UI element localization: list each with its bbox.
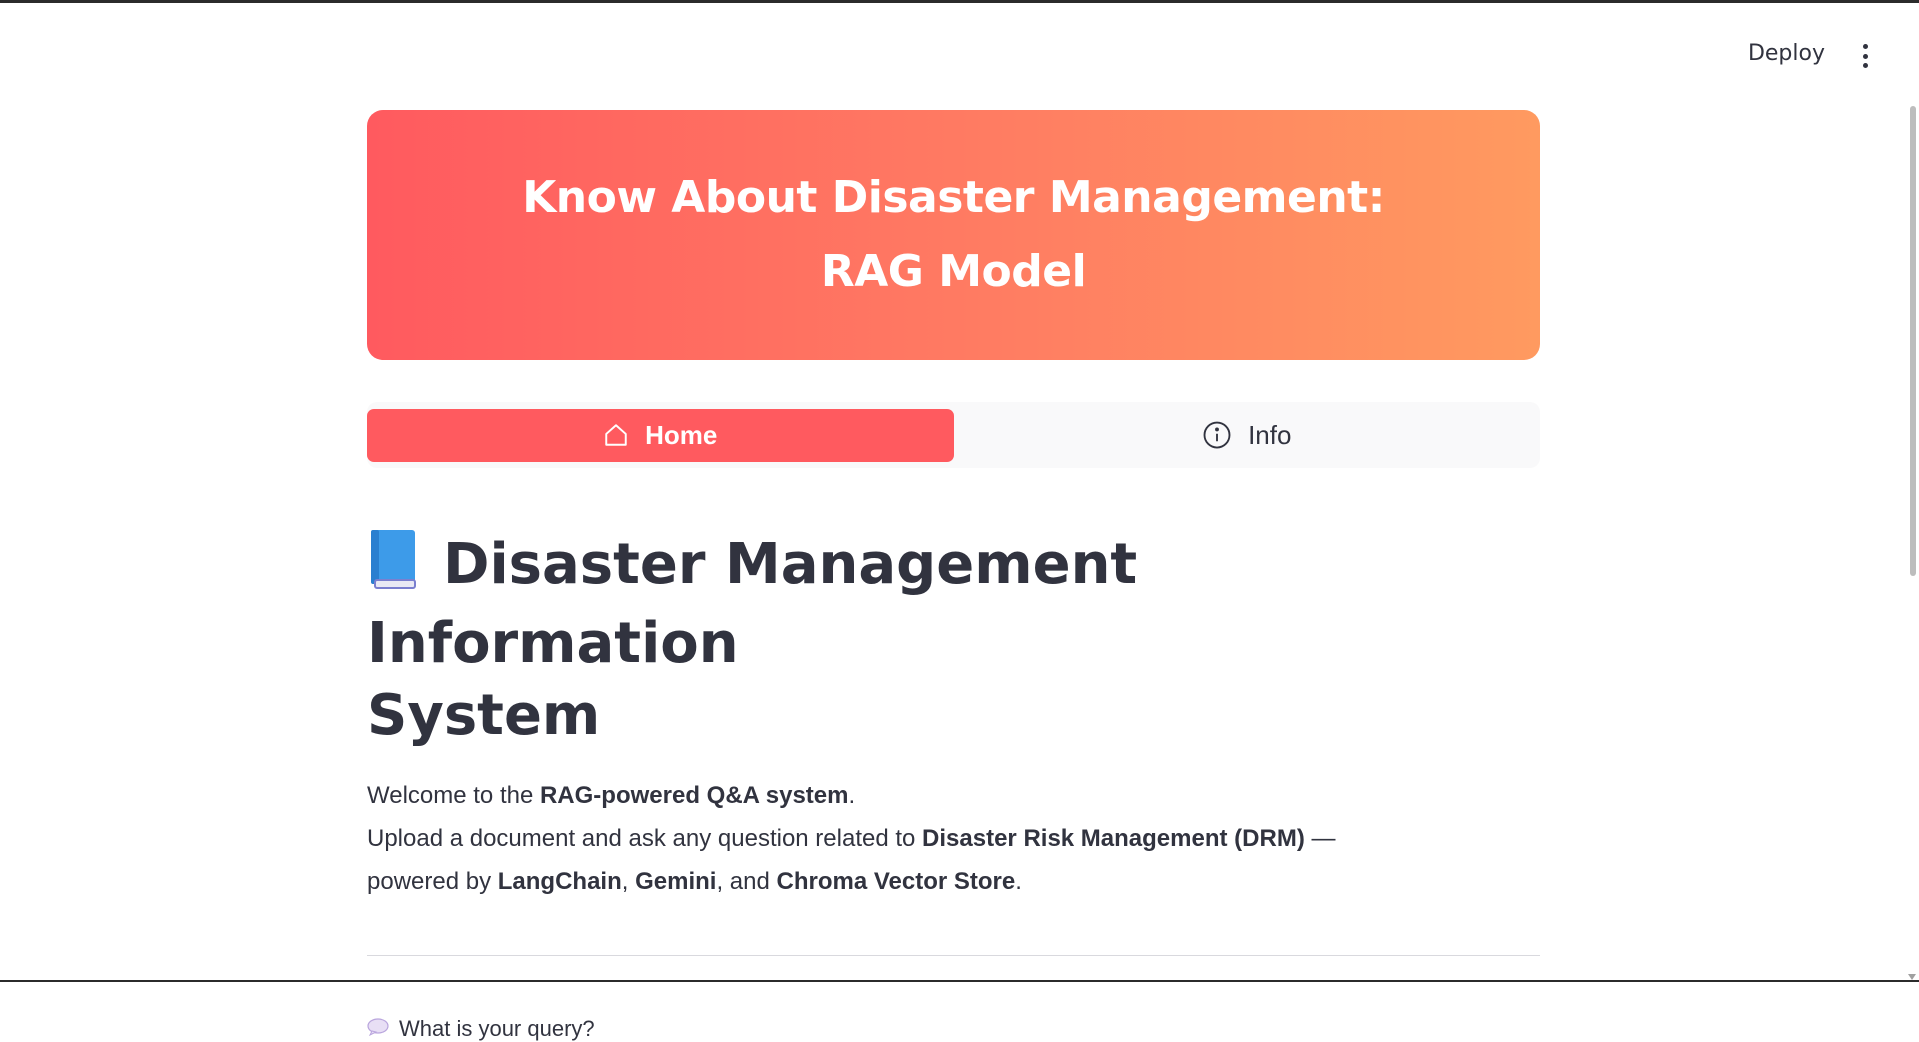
powered-chroma: Chroma Vector Store (777, 868, 1016, 895)
page-title-line1: Disaster Management Information (367, 532, 1137, 676)
powered-langchain: LangChain (498, 868, 622, 895)
hero-banner: Know About Disaster Management: RAG Mode… (367, 110, 1540, 360)
nav-tabs: Home Info (367, 402, 1540, 468)
scrollbar-thumb[interactable] (1910, 106, 1916, 576)
info-icon (1202, 420, 1232, 450)
powered-sep2: , and (716, 868, 776, 895)
app-header: Deploy (0, 3, 1919, 103)
powered-suffix: . (1015, 868, 1022, 895)
banner-title-line2: RAG Model (821, 235, 1086, 309)
powered-text: powered by (367, 868, 498, 895)
page-title-line2: System (367, 683, 600, 748)
deploy-button[interactable]: Deploy (1748, 41, 1825, 66)
welcome-bold: RAG-powered Q&A system (540, 782, 849, 809)
intro-paragraph: Welcome to the RAG-powered Q&A system. U… (367, 774, 1367, 903)
tab-home-label: Home (645, 420, 717, 451)
blue-book-icon (367, 528, 419, 608)
upload-text: Upload a document and ask any question r… (367, 825, 922, 852)
page-title: Disaster Management Information System (367, 528, 1367, 752)
upload-suffix: — (1305, 825, 1336, 852)
main-content: Know About Disaster Management: RAG Mode… (367, 110, 1540, 1042)
banner-title-line1: Know About Disaster Management: (522, 161, 1385, 235)
query-label-text: What is your query? (399, 1016, 595, 1042)
section-divider (367, 955, 1540, 956)
welcome-text: Welcome to the (367, 782, 540, 809)
upload-bold: Disaster Risk Management (DRM) (922, 825, 1305, 852)
query-label: What is your query? (367, 1016, 1540, 1042)
kebab-menu-icon[interactable] (1855, 41, 1875, 71)
tab-info-label: Info (1248, 420, 1291, 451)
powered-gemini: Gemini (635, 868, 716, 895)
welcome-suffix: . (848, 782, 855, 809)
home-icon (603, 422, 629, 448)
tab-home[interactable]: Home (367, 409, 954, 462)
tab-info[interactable]: Info (954, 409, 1541, 462)
powered-sep1: , (622, 868, 635, 895)
speech-bubble-icon (367, 1016, 389, 1042)
